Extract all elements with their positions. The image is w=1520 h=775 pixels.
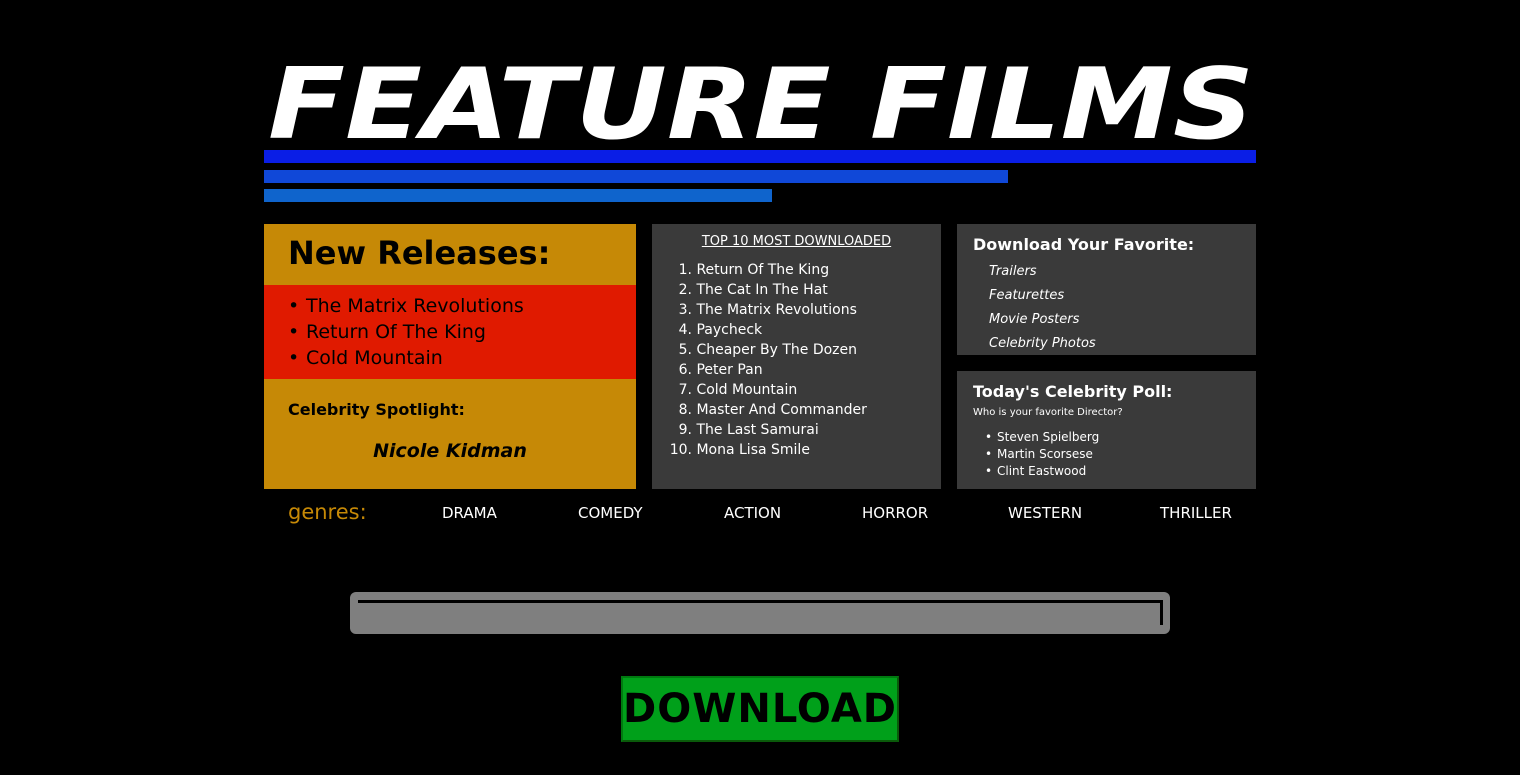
- search-input[interactable]: [358, 603, 1164, 627]
- download-favorite-panel: Download Your Favorite: Trailers Feature…: [957, 224, 1256, 355]
- top10-item[interactable]: 1. Return Of The King: [668, 260, 867, 280]
- site-logo: FEATURE FILMS: [264, 48, 1256, 148]
- logo-stripe-1: [264, 150, 1256, 163]
- logo-stripe-3: [264, 189, 772, 202]
- top10-item[interactable]: 9. The Last Samurai: [668, 420, 867, 440]
- poll-question: Who is your favorite Director?: [973, 407, 1123, 418]
- logo-stripe-2: [264, 170, 1008, 183]
- download-link-featurettes[interactable]: Featurettes: [989, 284, 1096, 308]
- poll-option[interactable]: Clint Eastwood: [985, 463, 1099, 480]
- poll-option[interactable]: Martin Scorsese: [985, 446, 1099, 463]
- celebrity-poll-panel: Today's Celebrity Poll: Who is your favo…: [957, 371, 1256, 489]
- spotlight-name[interactable]: Nicole Kidman: [264, 440, 636, 462]
- top10-item[interactable]: 5. Cheaper By The Dozen: [668, 340, 867, 360]
- genre-link-drama[interactable]: DRAMA: [442, 504, 497, 522]
- poll-title: Today's Celebrity Poll:: [973, 382, 1173, 401]
- new-releases-box: The Matrix Revolutions Return Of The Kin…: [264, 285, 636, 379]
- download-button[interactable]: DOWNLOAD: [621, 676, 899, 742]
- search-field-frame: [350, 592, 1170, 634]
- genres-label: genres:: [288, 500, 367, 524]
- download-favorite-list: Trailers Featurettes Movie Posters Celeb…: [989, 260, 1096, 356]
- genres-nav: genres: DRAMA COMEDY ACTION HORROR WESTE…: [264, 498, 1256, 528]
- new-releases-title: New Releases:: [288, 234, 551, 272]
- poll-option[interactable]: Steven Spielberg: [985, 429, 1099, 446]
- poll-options: Steven Spielberg Martin Scorsese Clint E…: [985, 429, 1099, 480]
- top10-item[interactable]: 4. Paycheck: [668, 320, 867, 340]
- top10-item[interactable]: 3. The Matrix Revolutions: [668, 300, 867, 320]
- download-favorite-title: Download Your Favorite:: [973, 235, 1195, 254]
- top10-panel: TOP 10 MOST DOWNLOADED 1. Return Of The …: [652, 224, 941, 489]
- top10-item[interactable]: 6. Peter Pan: [668, 360, 867, 380]
- logo-text: FEATURE FILMS: [268, 48, 1254, 148]
- download-link-trailers[interactable]: Trailers: [989, 260, 1096, 284]
- genre-link-thriller[interactable]: THRILLER: [1160, 504, 1232, 522]
- search-field-wrapper: [358, 600, 1164, 627]
- new-releases-list: The Matrix Revolutions Return Of The Kin…: [264, 285, 636, 371]
- top10-item[interactable]: 2. The Cat In The Hat: [668, 280, 867, 300]
- top10-item[interactable]: 10. Mona Lisa Smile: [668, 440, 867, 460]
- top10-item[interactable]: 8. Master And Commander: [668, 400, 867, 420]
- top10-list: 1. Return Of The King 2. The Cat In The …: [668, 260, 867, 460]
- genre-link-horror[interactable]: HORROR: [862, 504, 928, 522]
- download-link-celebrity-photos[interactable]: Celebrity Photos: [989, 332, 1096, 356]
- new-release-item[interactable]: The Matrix Revolutions: [288, 293, 636, 319]
- top10-item[interactable]: 7. Cold Mountain: [668, 380, 867, 400]
- new-releases-panel: New Releases: The Matrix Revolutions Ret…: [264, 224, 636, 489]
- spotlight-label: Celebrity Spotlight:: [288, 400, 465, 419]
- download-link-movie-posters[interactable]: Movie Posters: [989, 308, 1096, 332]
- new-release-item[interactable]: Return Of The King: [288, 319, 636, 345]
- top10-title: TOP 10 MOST DOWNLOADED: [701, 234, 892, 249]
- genre-link-western[interactable]: WESTERN: [1008, 504, 1082, 522]
- genre-link-action[interactable]: ACTION: [724, 504, 781, 522]
- genre-link-comedy[interactable]: COMEDY: [578, 504, 643, 522]
- new-release-item[interactable]: Cold Mountain: [288, 345, 636, 371]
